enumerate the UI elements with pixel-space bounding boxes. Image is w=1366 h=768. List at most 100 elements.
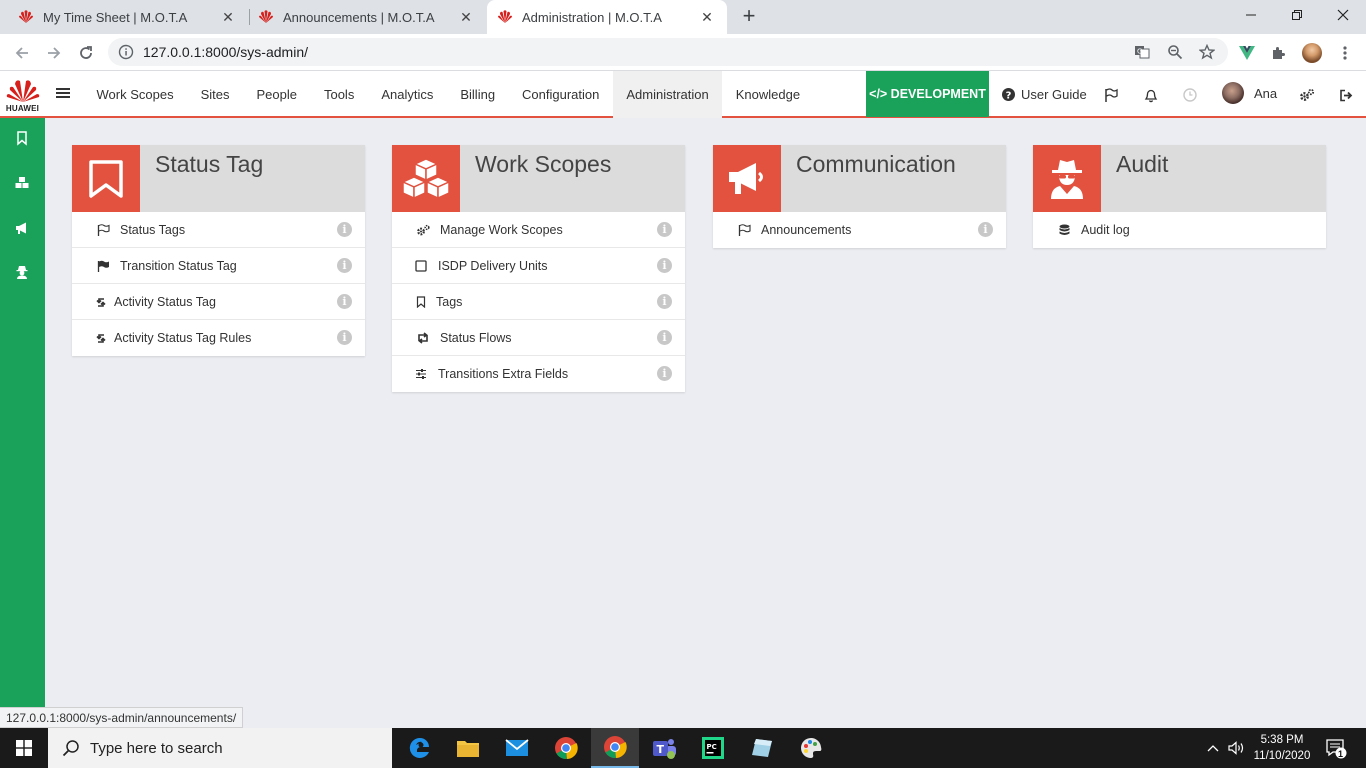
- browser-tab-timesheet[interactable]: My Time Sheet | M.O.T.A ✕: [0, 0, 248, 34]
- sign-out-icon: [1340, 89, 1353, 101]
- info-icon[interactable]: i: [978, 222, 993, 237]
- user-menu[interactable]: Ana: [1222, 82, 1277, 104]
- sidebar-item-communication[interactable]: [14, 220, 30, 236]
- folder-icon: [457, 741, 479, 757]
- card-header: Audit: [1033, 145, 1326, 212]
- info-icon[interactable]: i: [657, 366, 672, 381]
- notifications-button[interactable]: [1143, 87, 1159, 103]
- huawei-logo[interactable]: HUAWEI: [0, 71, 45, 118]
- taskbar-chrome[interactable]: [542, 728, 590, 768]
- action-center-button[interactable]: 1: [1318, 728, 1354, 768]
- flag-button[interactable]: [1103, 87, 1119, 103]
- app-top-nav: HUAWEI Work Scopes Sites People Tools An…: [0, 71, 1366, 118]
- huawei-favicon-icon: [19, 10, 33, 23]
- taskbar-pycharm[interactable]: PC: [689, 728, 737, 768]
- tab-close-icon[interactable]: ✕: [699, 9, 715, 26]
- list-item[interactable]: Status Tags i: [72, 212, 365, 248]
- browser-menu-button[interactable]: [1334, 42, 1356, 64]
- info-icon[interactable]: i: [337, 258, 352, 273]
- forward-button[interactable]: [43, 42, 65, 64]
- list-item-label: Status Flows: [440, 331, 512, 345]
- user-guide-link[interactable]: ? User Guide: [1002, 71, 1087, 118]
- bookmark-star-icon[interactable]: [1199, 44, 1215, 60]
- palette-icon: [801, 737, 822, 758]
- list-item[interactable]: Activity Status Tag Rules i: [72, 320, 365, 356]
- menu-item-work-scopes[interactable]: Work Scopes: [83, 71, 187, 118]
- close-icon: [1337, 9, 1349, 21]
- taskbar-teams[interactable]: T: [640, 728, 688, 768]
- menu-item-sites[interactable]: Sites: [187, 71, 243, 118]
- list-item[interactable]: ISDP Delivery Units i: [392, 248, 685, 284]
- menu-item-analytics[interactable]: Analytics: [368, 71, 447, 118]
- taskbar-clock[interactable]: 5:38 PM 11/10/2020: [1248, 732, 1316, 764]
- info-icon[interactable]: i: [657, 222, 672, 237]
- list-item[interactable]: Manage Work Scopes i: [392, 212, 685, 248]
- restore-button[interactable]: [1274, 0, 1320, 30]
- zoom-icon[interactable]: [1167, 44, 1183, 60]
- sidebar-item-work-scopes[interactable]: [14, 175, 30, 191]
- list-item[interactable]: Announcements i: [713, 212, 1006, 248]
- list-item-label: Transitions Extra Fields: [438, 367, 569, 381]
- start-button[interactable]: [0, 728, 48, 768]
- menu-item-tools[interactable]: Tools: [310, 71, 367, 118]
- sidebar-item-status-tag[interactable]: [14, 130, 30, 146]
- vue-devtools-extension[interactable]: [1236, 42, 1258, 64]
- taskbar-mail[interactable]: [493, 728, 541, 768]
- list-item[interactable]: Audit log: [1033, 212, 1326, 248]
- extensions-button[interactable]: [1268, 42, 1290, 64]
- browser-tab-administration[interactable]: Administration | M.O.T.A ✕: [487, 0, 727, 34]
- taskbar-edge[interactable]: [396, 728, 444, 768]
- info-icon[interactable]: i: [657, 294, 672, 309]
- development-button[interactable]: </> DEVELOPMENT: [866, 71, 989, 117]
- info-icon[interactable]: i: [337, 330, 352, 345]
- sidebar-item-audit[interactable]: [14, 264, 30, 280]
- logout-button[interactable]: [1338, 87, 1354, 103]
- tray-overflow-button[interactable]: [1204, 728, 1222, 768]
- tab-close-icon[interactable]: ✕: [458, 9, 474, 26]
- address-bar[interactable]: 127.0.0.1:8000/sys-admin/ G: [108, 38, 1228, 66]
- taskbar-chrome-active[interactable]: [591, 728, 639, 768]
- list-item[interactable]: Status Flows i: [392, 320, 685, 356]
- site-info-icon[interactable]: [118, 44, 134, 60]
- info-icon[interactable]: i: [337, 222, 352, 237]
- bookmark-icon: [89, 159, 123, 198]
- restore-icon: [1292, 10, 1302, 20]
- tab-close-icon[interactable]: ✕: [220, 9, 236, 26]
- browser-tab-announcements[interactable]: Announcements | M.O.T.A ✕: [250, 0, 486, 34]
- timer-button[interactable]: [1182, 87, 1198, 103]
- info-icon[interactable]: i: [657, 258, 672, 273]
- left-sidebar: [0, 118, 45, 728]
- hamburger-menu-button[interactable]: [56, 87, 70, 102]
- profile-button[interactable]: [1301, 42, 1323, 64]
- new-tab-button[interactable]: +: [738, 5, 760, 27]
- volume-button[interactable]: [1226, 728, 1248, 768]
- list-item[interactable]: Activity Status Tag i: [72, 284, 365, 320]
- taskbar-paint[interactable]: [787, 728, 835, 768]
- reload-button[interactable]: [75, 42, 97, 64]
- list-item[interactable]: Tags i: [392, 284, 685, 320]
- square-icon: [414, 259, 428, 273]
- translate-icon[interactable]: G: [1134, 44, 1150, 60]
- main-menu: Work Scopes Sites People Tools Analytics…: [83, 71, 814, 118]
- taskbar-notes-app[interactable]: [738, 728, 786, 768]
- close-window-button[interactable]: [1320, 0, 1366, 30]
- taskbar-search-input[interactable]: Type here to search: [48, 728, 392, 768]
- flag-outline-icon: [96, 223, 110, 237]
- list-item[interactable]: Transitions Extra Fields i: [392, 356, 685, 392]
- list-item[interactable]: Transition Status Tag i: [72, 248, 365, 284]
- cogs-icon: [1300, 88, 1315, 101]
- taskbar-file-explorer[interactable]: [444, 728, 492, 768]
- settings-button[interactable]: [1299, 87, 1315, 103]
- menu-item-people[interactable]: People: [243, 71, 310, 118]
- arrow-left-icon: [15, 47, 28, 59]
- info-icon[interactable]: i: [337, 294, 352, 309]
- menu-item-knowledge[interactable]: Knowledge: [722, 71, 813, 118]
- menu-item-administration[interactable]: Administration: [612, 71, 723, 118]
- chrome-icon: [555, 737, 578, 760]
- minimize-button[interactable]: [1228, 0, 1274, 30]
- back-button[interactable]: [11, 42, 33, 64]
- info-icon[interactable]: i: [657, 330, 672, 345]
- menu-item-billing[interactable]: Billing: [447, 71, 509, 118]
- svg-text:G: G: [1137, 48, 1142, 56]
- menu-item-configuration[interactable]: Configuration: [509, 71, 613, 118]
